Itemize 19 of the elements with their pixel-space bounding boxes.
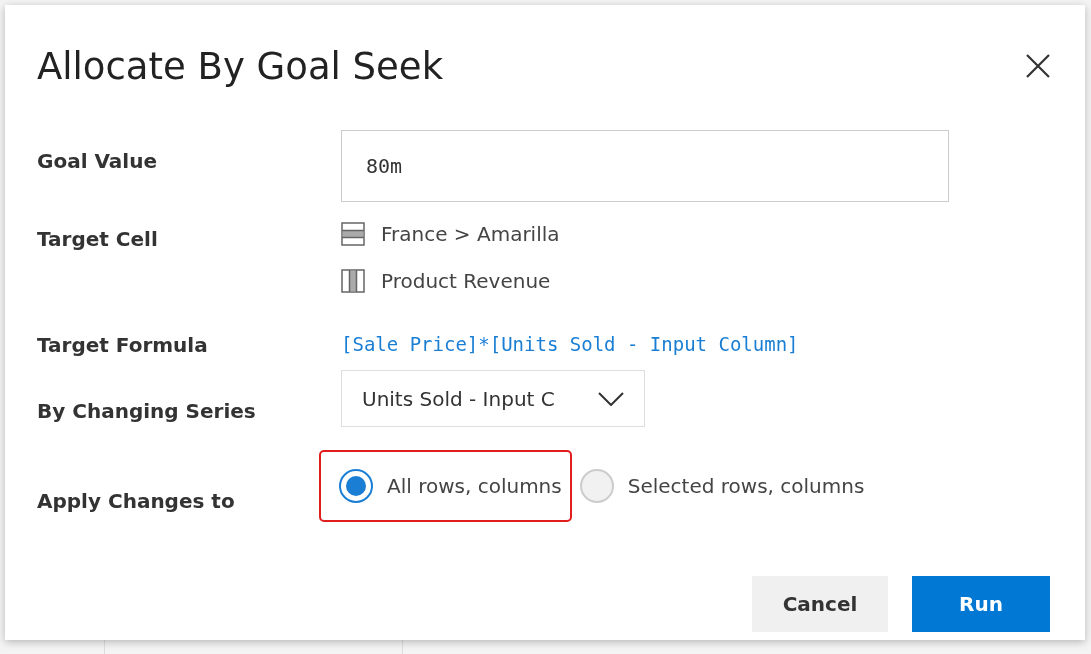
series-dropdown[interactable]: Units Sold - Input C	[341, 370, 645, 427]
dialog-title: Allocate By Goal Seek	[37, 45, 444, 89]
cell-reference: Product Revenue	[381, 267, 551, 295]
close-icon[interactable]	[1025, 53, 1051, 79]
input-field[interactable]: 80m	[341, 130, 949, 202]
column-icon	[341, 268, 365, 293]
field-label: Goal Value	[37, 149, 157, 173]
field-label: Target Cell	[37, 227, 158, 251]
chevron-icon	[598, 391, 624, 406]
field-label: By Changing Series	[37, 399, 256, 423]
radio-option[interactable]: Selected rows, columns	[571, 450, 875, 522]
cancel-button[interactable]: Cancel	[752, 576, 888, 632]
row-icon	[341, 221, 365, 246]
field-label: Target Formula	[37, 333, 208, 357]
formula-text: [Sale Price]*[Units Sold - Input Column]	[341, 333, 799, 355]
run-button[interactable]: Run	[912, 576, 1050, 632]
field-label: Apply Changes to	[37, 489, 235, 513]
highlighted-radio-option[interactable]: All rows, columns	[319, 450, 572, 522]
cell-reference: France > Amarilla	[381, 220, 560, 248]
